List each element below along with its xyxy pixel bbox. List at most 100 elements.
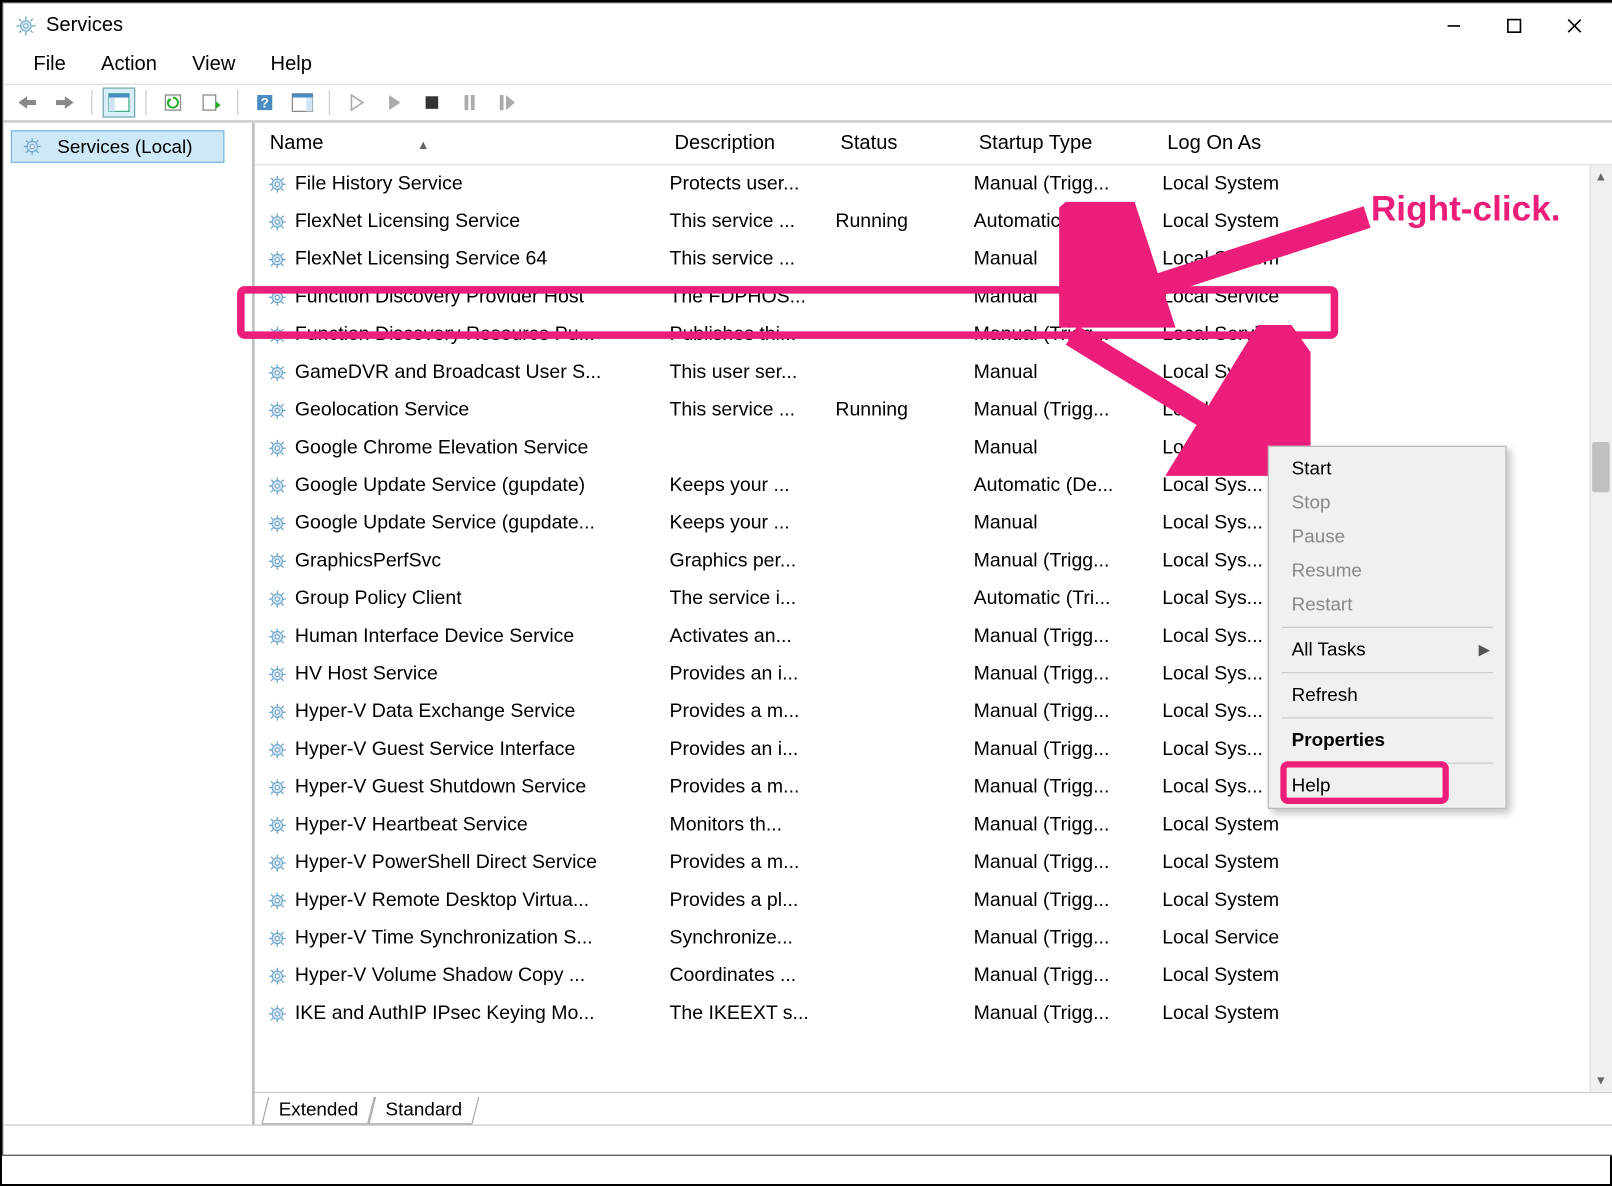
service-logon: Local System — [1162, 173, 1363, 196]
service-description: Publishes thi... — [669, 324, 835, 347]
forward-button[interactable] — [49, 87, 82, 117]
service-description: Synchronize... — [669, 927, 835, 950]
cm-all-tasks[interactable]: All Tasks▶ — [1272, 633, 1503, 667]
col-header-startup[interactable]: Startup Type — [974, 127, 1163, 160]
cm-start[interactable]: Start — [1272, 452, 1503, 486]
vertical-scrollbar[interactable]: ▲ ▼ — [1590, 165, 1612, 1091]
service-startup: Manual — [974, 512, 1163, 535]
cm-stop[interactable]: Stop — [1272, 486, 1503, 520]
service-startup: Manual (Trigg... — [974, 173, 1163, 196]
restart-service-button[interactable] — [491, 87, 524, 117]
cm-properties[interactable]: Properties — [1272, 724, 1503, 758]
minimize-button[interactable] — [1424, 3, 1484, 48]
service-description: This service ... — [669, 211, 835, 234]
cm-refresh[interactable]: Refresh — [1272, 678, 1503, 712]
gear-icon — [265, 398, 290, 423]
menu-help[interactable]: Help — [253, 51, 330, 79]
service-row[interactable]: IKE and AuthIP IPsec Keying Mo...The IKE… — [255, 995, 1612, 1033]
service-description: This service ... — [669, 399, 835, 422]
service-logon: Local Service — [1162, 324, 1363, 347]
scroll-thumb[interactable] — [1592, 442, 1610, 492]
services-app-icon — [13, 13, 38, 38]
service-row[interactable]: Hyper-V Remote Desktop Virtua... Provides… — [255, 882, 1612, 920]
service-startup: Manual — [974, 248, 1163, 271]
service-startup: Manual (Trigg... — [974, 399, 1163, 422]
service-row[interactable]: Hyper-V Heartbeat ServiceMonitors th...M… — [255, 806, 1612, 844]
service-name: FlexNet Licensing Service 64 — [295, 248, 547, 271]
menu-action[interactable]: Action — [83, 51, 174, 79]
service-description: Provides a pl... — [669, 889, 835, 912]
gear-icon — [265, 1001, 290, 1026]
col-header-name[interactable]: Name ▲ — [265, 127, 670, 160]
services-window: Services File Action View Help ? — [2, 2, 1612, 1156]
service-startup: Manual (Trigg... — [974, 663, 1163, 686]
service-logon: Local System — [1162, 362, 1363, 385]
view-tabs: Extended Standard — [255, 1092, 1612, 1125]
gear-icon — [265, 209, 290, 234]
service-startup: Manual (Trigg... — [974, 701, 1163, 724]
service-startup: Manual (Trigg... — [974, 324, 1163, 347]
service-row[interactable]: Geolocation ServiceThis service ...Runni… — [255, 392, 1612, 430]
service-logon: Local System — [1162, 1003, 1363, 1026]
service-startup: Manual (Trigg... — [974, 739, 1163, 762]
gear-icon — [20, 134, 45, 159]
service-startup: Manual (Trigg... — [974, 1003, 1163, 1026]
cm-help[interactable]: Help — [1272, 769, 1503, 803]
service-name: Hyper-V Guest Service Interface — [295, 739, 575, 762]
service-row[interactable]: Function Discovery Provider HostThe FDPH… — [255, 279, 1612, 317]
gear-icon — [265, 247, 290, 272]
service-description: Monitors th... — [669, 814, 835, 837]
service-name: Google Update Service (gupdate) — [295, 475, 585, 498]
service-row[interactable]: Hyper-V Volume Shadow Copy ...Coordinate… — [255, 957, 1612, 995]
start-service-button-2[interactable] — [378, 87, 411, 117]
export-list-button[interactable] — [194, 87, 227, 117]
gear-icon — [265, 587, 290, 612]
cm-restart[interactable]: Restart — [1272, 588, 1503, 622]
cm-pause[interactable]: Pause — [1272, 520, 1503, 554]
service-description: Provides an i... — [669, 739, 835, 762]
start-service-button[interactable] — [340, 87, 373, 117]
maximize-button[interactable] — [1484, 3, 1544, 48]
service-logon: Local Sys... — [1162, 399, 1363, 422]
tab-standard[interactable]: Standard — [369, 1097, 480, 1125]
tree-item-services-local[interactable]: Services (Local) — [11, 130, 225, 163]
gear-icon — [265, 624, 290, 649]
service-row[interactable]: GameDVR and Broadcast User S...This user… — [255, 354, 1612, 392]
col-header-status[interactable]: Status — [835, 127, 973, 160]
show-hide-action-pane-button[interactable] — [286, 87, 319, 117]
service-description: Provides a m... — [669, 852, 835, 875]
cm-resume[interactable]: Resume — [1272, 554, 1503, 588]
menu-file[interactable]: File — [16, 51, 84, 79]
service-logon: Local System — [1162, 889, 1363, 912]
service-description: Provides a m... — [669, 701, 835, 724]
pause-service-button[interactable] — [453, 87, 486, 117]
stop-service-button[interactable] — [416, 87, 449, 117]
refresh-button[interactable] — [157, 87, 190, 117]
show-hide-tree-button[interactable] — [103, 87, 136, 117]
gear-icon — [265, 662, 290, 687]
service-row[interactable]: Hyper-V PowerShell Direct Service Provide… — [255, 844, 1612, 882]
help-button[interactable]: ? — [248, 87, 281, 117]
service-row[interactable]: Function Discovery Resource Pu...Publish… — [255, 316, 1612, 354]
close-button[interactable] — [1544, 3, 1604, 48]
back-button[interactable] — [11, 87, 44, 117]
service-row[interactable]: Hyper-V Time Synchronization S...Synchro… — [255, 920, 1612, 958]
service-name: Geolocation Service — [295, 399, 469, 422]
service-name: Hyper-V PowerShell Direct Service — [295, 852, 597, 875]
service-description: Keeps your ... — [669, 512, 835, 535]
service-description: Protects user... — [669, 173, 835, 196]
service-name: Hyper-V Remote Desktop Virtua... — [295, 889, 589, 912]
menu-view[interactable]: View — [175, 51, 253, 79]
col-header-logon[interactable]: Log On As — [1162, 127, 1363, 160]
tab-extended[interactable]: Extended — [261, 1097, 375, 1125]
gear-icon — [265, 473, 290, 498]
scroll-down-icon[interactable]: ▼ — [1590, 1069, 1612, 1092]
service-startup: Manual (Trigg... — [974, 550, 1163, 573]
col-header-description[interactable]: Description — [669, 127, 835, 160]
service-name: HV Host Service — [295, 663, 438, 686]
service-startup: Automatic — [974, 211, 1163, 234]
scroll-up-icon[interactable]: ▲ — [1590, 165, 1612, 188]
service-row[interactable]: FlexNet Licensing Service 64This service… — [255, 241, 1612, 279]
gear-icon — [265, 737, 290, 762]
service-description: The IKEEXT s... — [669, 1003, 835, 1026]
